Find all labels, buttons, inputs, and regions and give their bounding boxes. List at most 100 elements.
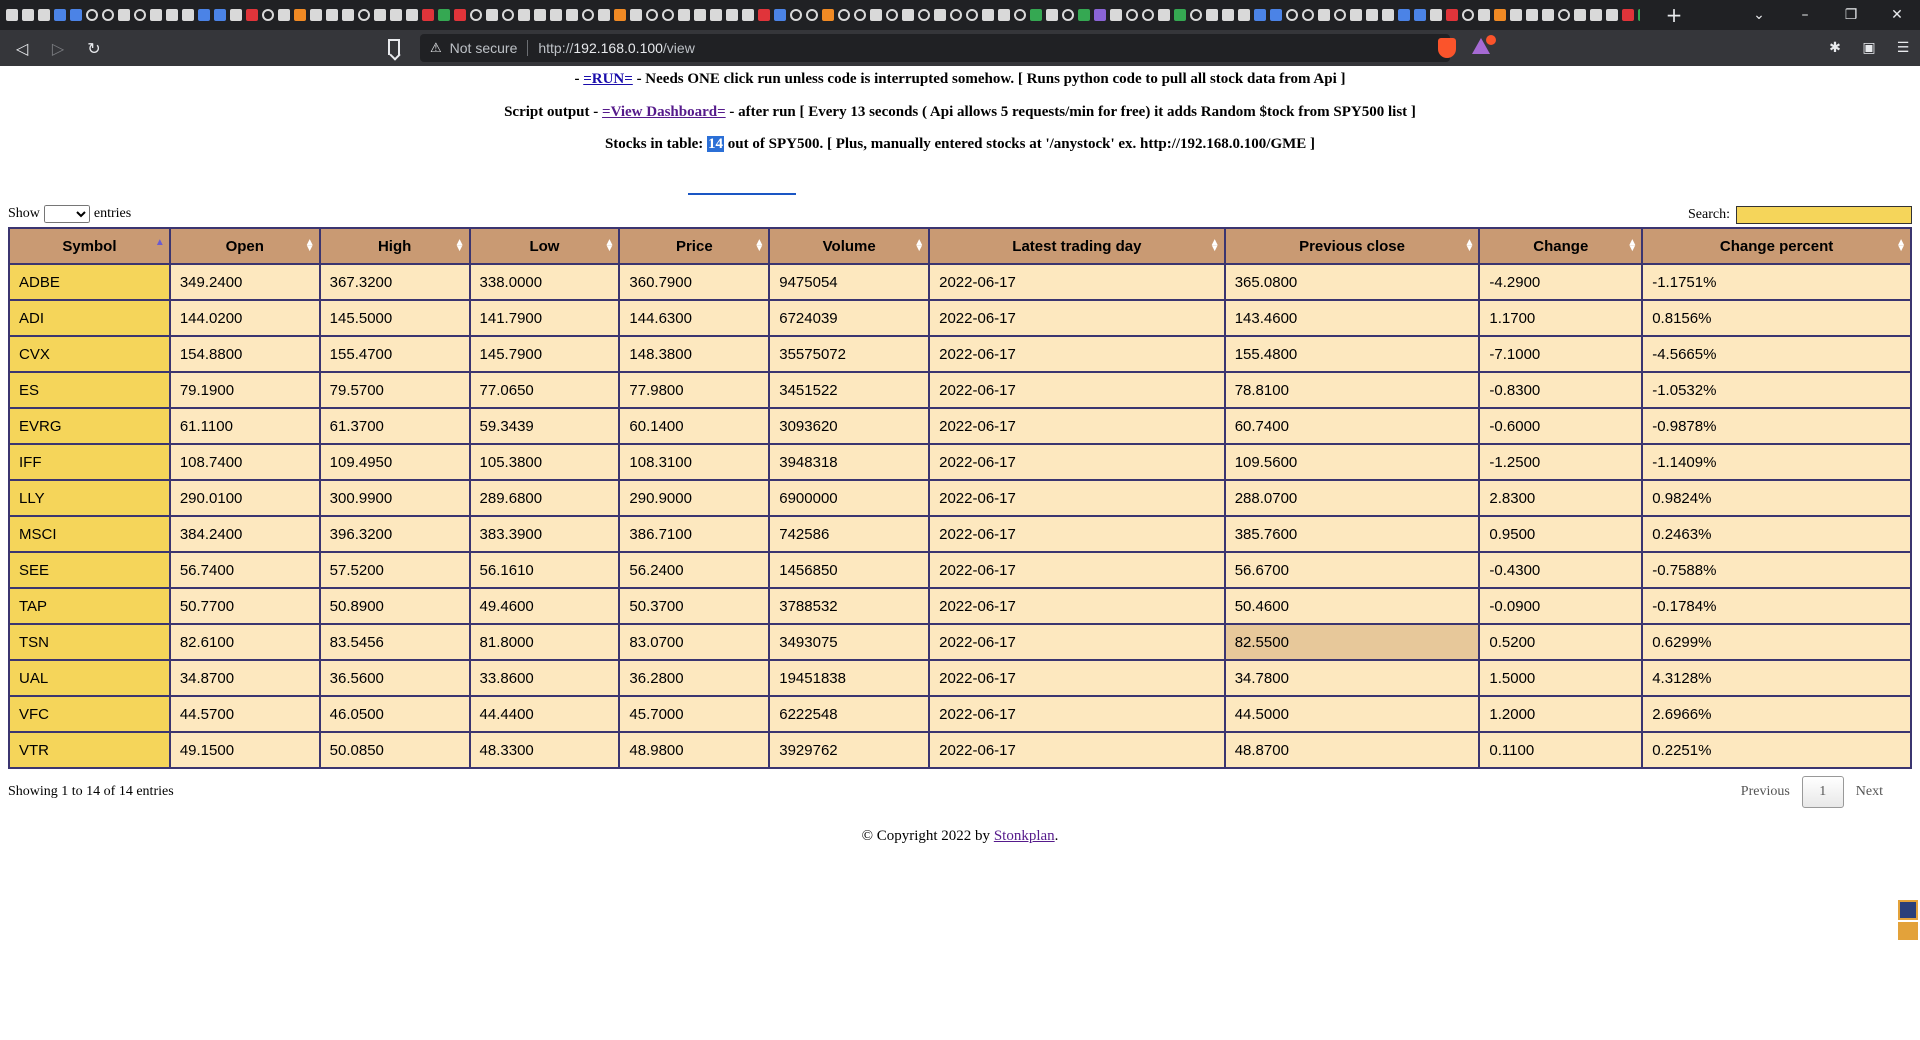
reload-icon[interactable]: ↻ bbox=[80, 39, 108, 58]
tab-favicon[interactable] bbox=[70, 9, 82, 21]
tab-favicon[interactable] bbox=[1046, 9, 1058, 21]
tab-favicon[interactable] bbox=[358, 9, 370, 21]
tab-favicon[interactable] bbox=[262, 9, 274, 21]
tab-favicon[interactable] bbox=[1638, 9, 1640, 21]
tab-favicon[interactable] bbox=[838, 9, 850, 21]
tab-favicon[interactable] bbox=[1030, 9, 1042, 21]
tab-favicon[interactable] bbox=[230, 9, 242, 21]
tab-favicon[interactable] bbox=[710, 9, 722, 21]
tab-favicon[interactable] bbox=[566, 9, 578, 21]
widget-monitor-icon[interactable] bbox=[1898, 922, 1918, 940]
column-header[interactable]: Change percent ▲ ▼ bbox=[1641, 227, 1912, 265]
tab-favicon[interactable] bbox=[1174, 9, 1186, 21]
tab-favicon[interactable] bbox=[1462, 9, 1474, 21]
tab-favicon[interactable] bbox=[342, 9, 354, 21]
tab-favicon[interactable] bbox=[1382, 9, 1394, 21]
view-dashboard-link[interactable]: =View Dashboard= bbox=[602, 104, 726, 120]
column-header[interactable]: Open ▲ ▼ bbox=[168, 227, 321, 265]
tab-favicon[interactable] bbox=[6, 9, 18, 21]
back-icon[interactable]: ◁ bbox=[8, 39, 36, 58]
tab-favicon[interactable] bbox=[438, 9, 450, 21]
tab-favicon[interactable] bbox=[854, 9, 866, 21]
column-header[interactable]: Price ▲ ▼ bbox=[618, 227, 771, 265]
close-icon[interactable]: ✕ bbox=[1874, 7, 1920, 23]
side-widget[interactable] bbox=[1898, 900, 1920, 942]
tab-favicon[interactable] bbox=[950, 9, 962, 21]
search-input[interactable] bbox=[1736, 206, 1912, 224]
tab-favicon[interactable] bbox=[598, 9, 610, 21]
tab-favicon[interactable] bbox=[326, 9, 338, 21]
tab-favicon[interactable] bbox=[1350, 9, 1362, 21]
tab-favicon[interactable] bbox=[1334, 9, 1346, 21]
tab-favicon[interactable] bbox=[758, 9, 770, 21]
column-header[interactable]: Volume ▲ ▼ bbox=[768, 227, 931, 265]
column-header[interactable]: High ▲ ▼ bbox=[318, 227, 471, 265]
tab-favicon[interactable] bbox=[486, 9, 498, 21]
tab-favicon[interactable] bbox=[1190, 9, 1202, 21]
tab-favicon[interactable] bbox=[166, 9, 178, 21]
tab-favicon[interactable] bbox=[134, 9, 146, 21]
tab-favicon[interactable] bbox=[246, 9, 258, 21]
tab-favicon[interactable] bbox=[806, 9, 818, 21]
tab-favicon[interactable] bbox=[918, 9, 930, 21]
tab-favicon[interactable] bbox=[982, 9, 994, 21]
tab-favicon[interactable] bbox=[534, 9, 546, 21]
tab-favicon[interactable] bbox=[470, 9, 482, 21]
tab-favicon[interactable] bbox=[1430, 9, 1442, 21]
entries-select[interactable] bbox=[43, 205, 90, 223]
tab-favicon[interactable] bbox=[1094, 9, 1106, 21]
tab-favicon[interactable] bbox=[998, 9, 1010, 21]
tab-favicon[interactable] bbox=[870, 9, 882, 21]
tab-favicon[interactable] bbox=[390, 9, 402, 21]
tab-favicon[interactable] bbox=[678, 9, 690, 21]
bookmark-icon[interactable] bbox=[388, 39, 400, 55]
tab-favicon[interactable] bbox=[790, 9, 802, 21]
tab-favicon[interactable] bbox=[1510, 9, 1522, 21]
tab-favicon[interactable] bbox=[1526, 9, 1538, 21]
tab-favicon[interactable] bbox=[310, 9, 322, 21]
column-header[interactable]: Latest trading day ▲ ▼ bbox=[928, 227, 1226, 265]
tab-search-icon[interactable]: ⌄ bbox=[1736, 7, 1782, 23]
tab-favicon[interactable] bbox=[1590, 9, 1602, 21]
tab-favicon[interactable] bbox=[1446, 9, 1458, 21]
run-link[interactable]: =RUN= bbox=[583, 71, 633, 87]
tab-favicon[interactable] bbox=[182, 9, 194, 21]
tab-favicon[interactable] bbox=[374, 9, 386, 21]
tab-favicon[interactable] bbox=[822, 9, 834, 21]
tab-favicon[interactable] bbox=[630, 9, 642, 21]
tab-favicon[interactable] bbox=[694, 9, 706, 21]
tab-favicon[interactable] bbox=[294, 9, 306, 21]
tab-favicon[interactable] bbox=[646, 9, 658, 21]
tab-favicon[interactable] bbox=[726, 9, 738, 21]
tab-favicon-row[interactable] bbox=[0, 0, 1640, 30]
restore-icon[interactable]: ❐ bbox=[1828, 7, 1874, 23]
forward-icon[interactable]: ▷ bbox=[44, 39, 72, 58]
column-header[interactable]: Change ▲ ▼ bbox=[1478, 227, 1644, 265]
tab-favicon[interactable] bbox=[1126, 9, 1138, 21]
tab-favicon[interactable] bbox=[662, 9, 674, 21]
address-bar[interactable]: ⚠ Not secure http://192.168.0.100/view bbox=[420, 34, 1450, 62]
tab-favicon[interactable] bbox=[1398, 9, 1410, 21]
tab-favicon[interactable] bbox=[86, 9, 98, 21]
tab-favicon[interactable] bbox=[1494, 9, 1506, 21]
previous-page-button[interactable]: Previous bbox=[1741, 784, 1790, 800]
next-page-button[interactable]: Next bbox=[1856, 784, 1883, 800]
tab-favicon[interactable] bbox=[1158, 9, 1170, 21]
tab-favicon[interactable] bbox=[1238, 9, 1250, 21]
tab-favicon[interactable] bbox=[1622, 9, 1634, 21]
tab-favicon[interactable] bbox=[1414, 9, 1426, 21]
column-header[interactable]: Low ▲ ▼ bbox=[468, 227, 621, 265]
tab-favicon[interactable] bbox=[614, 9, 626, 21]
brave-rewards-icon[interactable] bbox=[1472, 35, 1496, 56]
stonkplan-link[interactable]: Stonkplan bbox=[994, 828, 1055, 844]
tab-favicon[interactable] bbox=[198, 9, 210, 21]
tab-favicon[interactable] bbox=[1318, 9, 1330, 21]
url-text[interactable]: http://192.168.0.100/view bbox=[538, 40, 694, 56]
tab-favicon[interactable] bbox=[1014, 9, 1026, 21]
tab-favicon[interactable] bbox=[1270, 9, 1282, 21]
tab-favicon[interactable] bbox=[1574, 9, 1586, 21]
tab-favicon[interactable] bbox=[102, 9, 114, 21]
tab-favicon[interactable] bbox=[1478, 9, 1490, 21]
tab-favicon[interactable] bbox=[422, 9, 434, 21]
tab-favicon[interactable] bbox=[1078, 9, 1090, 21]
